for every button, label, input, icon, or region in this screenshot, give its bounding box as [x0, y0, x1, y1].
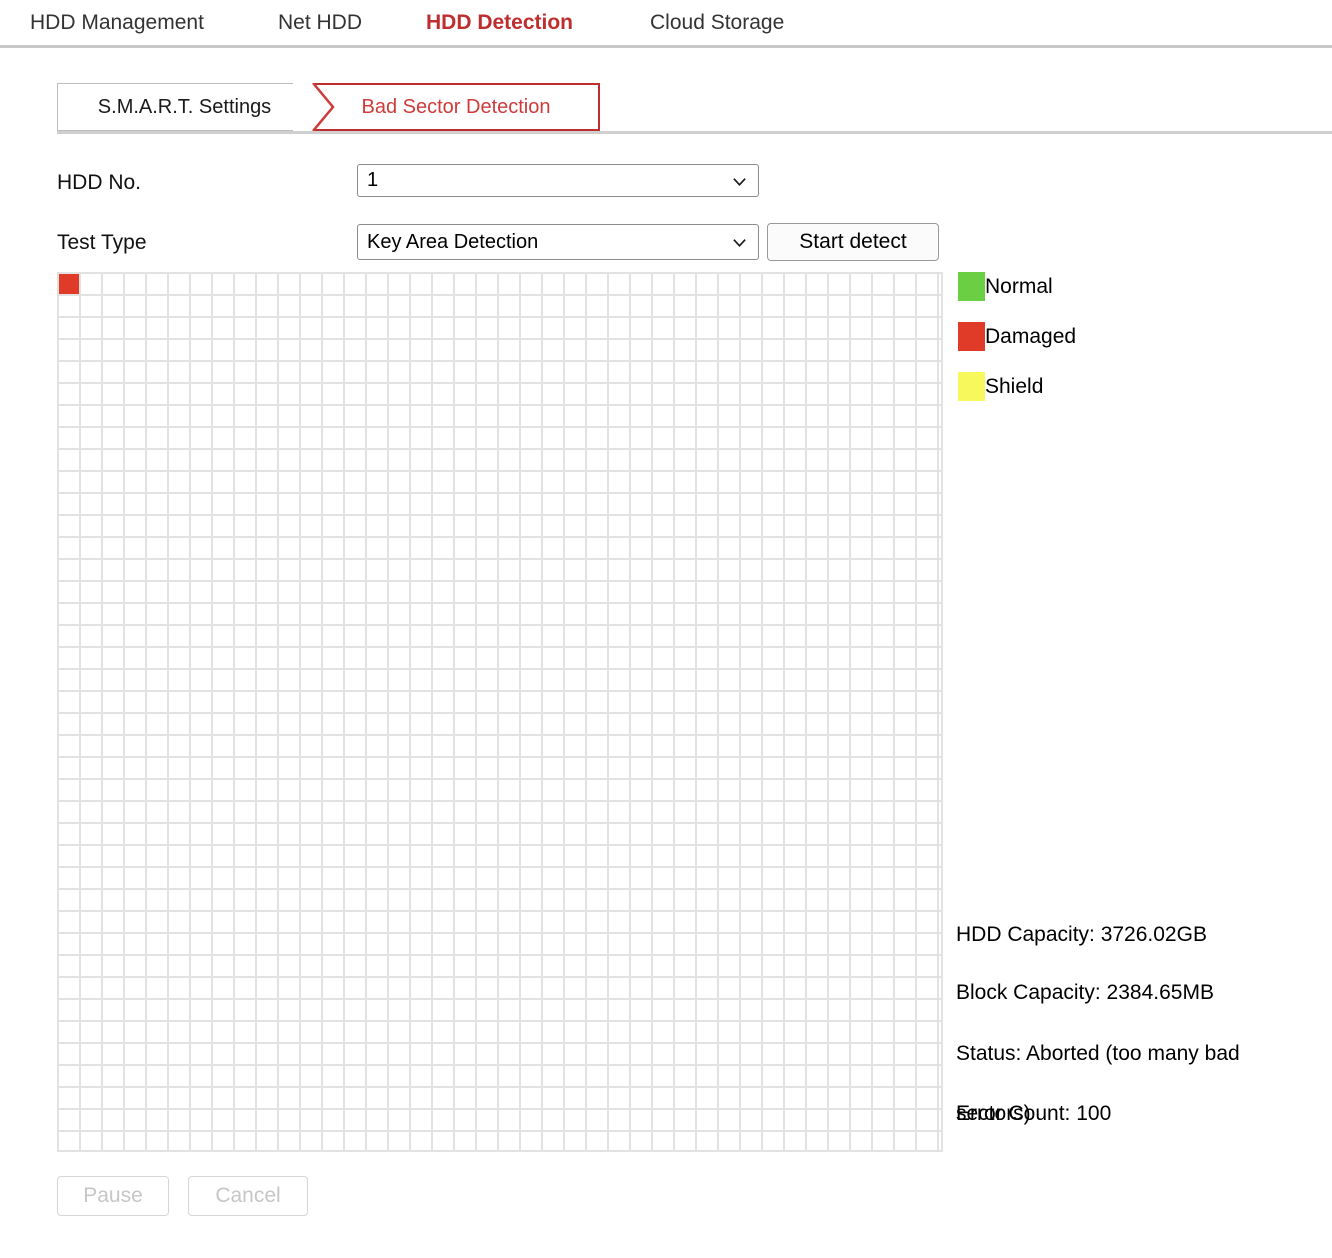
legend-swatch-normal-icon [958, 272, 985, 301]
legend-swatch-damaged-icon [958, 322, 985, 351]
status-text-line1: Status: Aborted (too many bad [956, 1040, 1240, 1068]
test-type-label: Test Type [57, 229, 147, 257]
sub-tab-smart-settings-label: S.M.A.R.T. Settings [98, 96, 271, 119]
legend-label-normal: Normal [985, 272, 1053, 301]
hdd-no-select[interactable]: 1 [357, 164, 759, 197]
hdd-no-select-wrapper[interactable]: 1 [357, 164, 759, 197]
sector-cell-damaged [59, 274, 79, 294]
block-capacity-text: Block Capacity: 2384.65MB [956, 979, 1214, 1007]
main-tab-hdd-management[interactable]: HDD Management [30, 8, 204, 38]
sub-tab-divider [57, 131, 1332, 134]
test-type-select[interactable]: Key Area Detection [357, 224, 759, 260]
hdd-capacity-text: HDD Capacity: 3726.02GB [956, 921, 1207, 949]
main-tab-net-hdd[interactable]: Net HDD [278, 8, 362, 38]
cancel-button[interactable]: Cancel [188, 1176, 308, 1216]
legend-label-shield: Shield [985, 372, 1043, 401]
sub-tab-bad-sector-detection-label: Bad Sector Detection [362, 96, 551, 119]
pause-button[interactable]: Pause [57, 1176, 169, 1216]
main-tab-cloud-storage[interactable]: Cloud Storage [650, 8, 784, 38]
main-tab-bar: HDD Management Net HDD HDD Detection Cloud … [0, 0, 1332, 48]
sector-map-grid[interactable] [57, 272, 943, 1152]
test-type-select-wrapper[interactable]: Key Area Detection [357, 224, 759, 260]
hdd-no-label: HDD No. [57, 169, 141, 197]
main-tab-hdd-detection[interactable]: HDD Detection [426, 8, 573, 38]
start-detect-button[interactable]: Start detect [767, 223, 939, 261]
error-count-text: Error Count: 100 [956, 1100, 1111, 1128]
legend-label-damaged: Damaged [985, 322, 1076, 351]
legend-swatch-shield-icon [958, 372, 985, 401]
sub-tab-smart-settings[interactable]: S.M.A.R.T. Settings [57, 83, 312, 131]
sub-tab-bad-sector-detection[interactable]: Bad Sector Detection [312, 83, 600, 131]
